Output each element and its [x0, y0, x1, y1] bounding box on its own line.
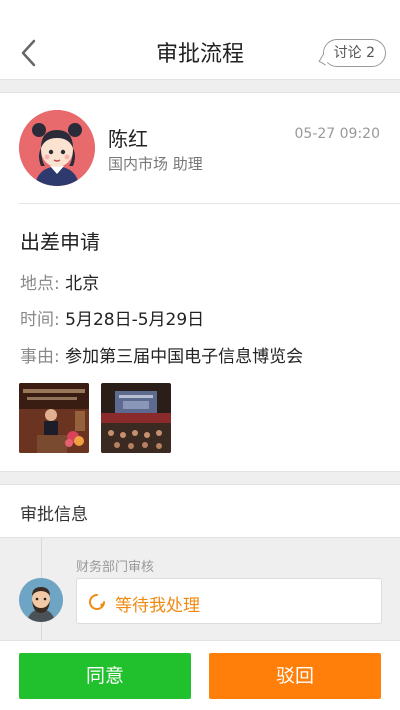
field-label: 地点:: [20, 274, 60, 294]
discuss-label: 讨论 2: [333, 45, 375, 61]
submit-time: 05-27 09:20: [294, 126, 380, 142]
action-bar: 同意 驳回: [0, 640, 400, 710]
field-reason: 事由: 参加第三届中国电子信息博览会: [20, 342, 303, 367]
conference-hall-photo-icon: [101, 383, 171, 453]
approval-status-text: 等待我处理: [115, 596, 200, 616]
field-value: 5月28日-5月29日: [65, 310, 205, 330]
approval-section-header: 审批信息: [0, 484, 400, 538]
divider: [19, 203, 400, 204]
field-label: 事由:: [20, 347, 60, 367]
field-time: 时间: 5月28日-5月29日: [20, 305, 204, 330]
girl-avatar-icon: [19, 110, 95, 186]
applicant-department: 国内市场 助理: [108, 155, 203, 173]
agree-button[interactable]: 同意: [19, 653, 191, 699]
conference-speaker-photo-icon: [19, 383, 89, 453]
reject-button[interactable]: 驳回: [209, 653, 381, 699]
applicant-name: 陈红: [108, 127, 148, 151]
discuss-button[interactable]: 讨论 2: [318, 39, 386, 67]
applicant-avatar: [19, 110, 95, 186]
navigation-bar: 审批流程 讨论 2: [0, 0, 400, 80]
approver-avatar: [19, 578, 63, 622]
attachment-photo-2[interactable]: [101, 383, 171, 453]
bearded-man-avatar-icon: [19, 578, 63, 622]
field-location: 地点: 北京: [20, 269, 99, 294]
approval-status-box[interactable]: 等待我处理: [76, 578, 382, 624]
attachment-photo-1[interactable]: [19, 383, 89, 453]
application-card: 陈红 国内市场 助理 05-27 09:20 出差申请 地点: 北京 时间: 5…: [0, 92, 400, 472]
field-value: 北京: [65, 274, 100, 294]
approval-section-title: 审批信息: [20, 505, 88, 525]
field-value: 参加第三届中国电子信息博览会: [65, 347, 304, 367]
application-type: 出差申请: [20, 230, 100, 254]
pending-icon: [89, 594, 105, 610]
field-label: 时间:: [20, 310, 60, 330]
approval-step-label: 财务部门审核: [76, 560, 155, 575]
